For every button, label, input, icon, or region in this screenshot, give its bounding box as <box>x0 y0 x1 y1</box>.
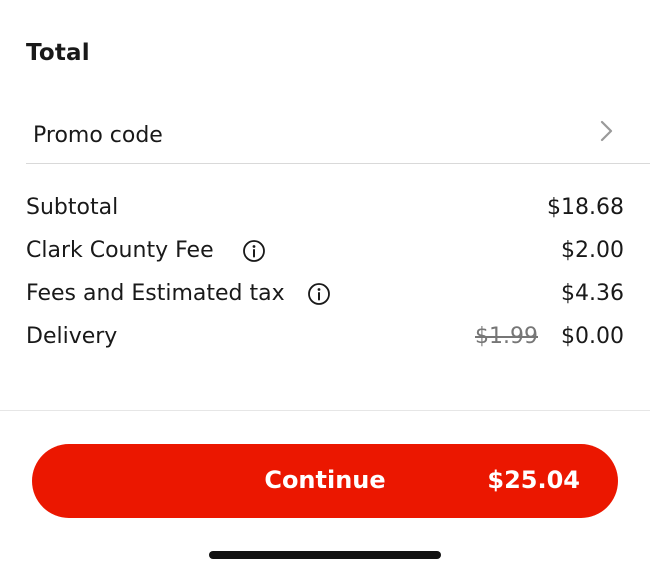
order-total-panel: Total Promo code Subtotal $18.68 Clark C… <box>0 0 650 572</box>
line-item-subtotal: Subtotal $18.68 <box>26 193 624 223</box>
county-fee-value: $2.00 <box>561 238 624 263</box>
divider <box>0 410 650 411</box>
delivery-value: $0.00 <box>561 324 624 349</box>
subtotal-value: $18.68 <box>547 195 624 220</box>
promo-code-label: Promo code <box>33 123 163 148</box>
home-indicator <box>209 551 441 559</box>
info-icon[interactable] <box>307 282 331 306</box>
line-item-delivery: Delivery $1.99 $0.00 <box>26 322 624 352</box>
fees-tax-value: $4.36 <box>561 281 624 306</box>
subtotal-label: Subtotal <box>26 195 119 220</box>
county-fee-label: Clark County Fee <box>26 238 214 263</box>
chevron-right-icon <box>600 120 613 142</box>
info-icon[interactable] <box>242 239 266 263</box>
delivery-label: Delivery <box>26 324 118 349</box>
line-item-county-fee: Clark County Fee $2.00 <box>26 236 624 266</box>
section-title: Total <box>26 40 90 66</box>
promo-code-row[interactable]: Promo code <box>26 108 650 164</box>
line-item-fees-tax: Fees and Estimated tax $4.36 <box>26 279 624 309</box>
continue-button[interactable]: Continue $25.04 <box>32 444 618 518</box>
fees-tax-label: Fees and Estimated tax <box>26 281 285 306</box>
continue-button-total: $25.04 <box>487 466 580 494</box>
delivery-original-price: $1.99 <box>475 324 538 349</box>
